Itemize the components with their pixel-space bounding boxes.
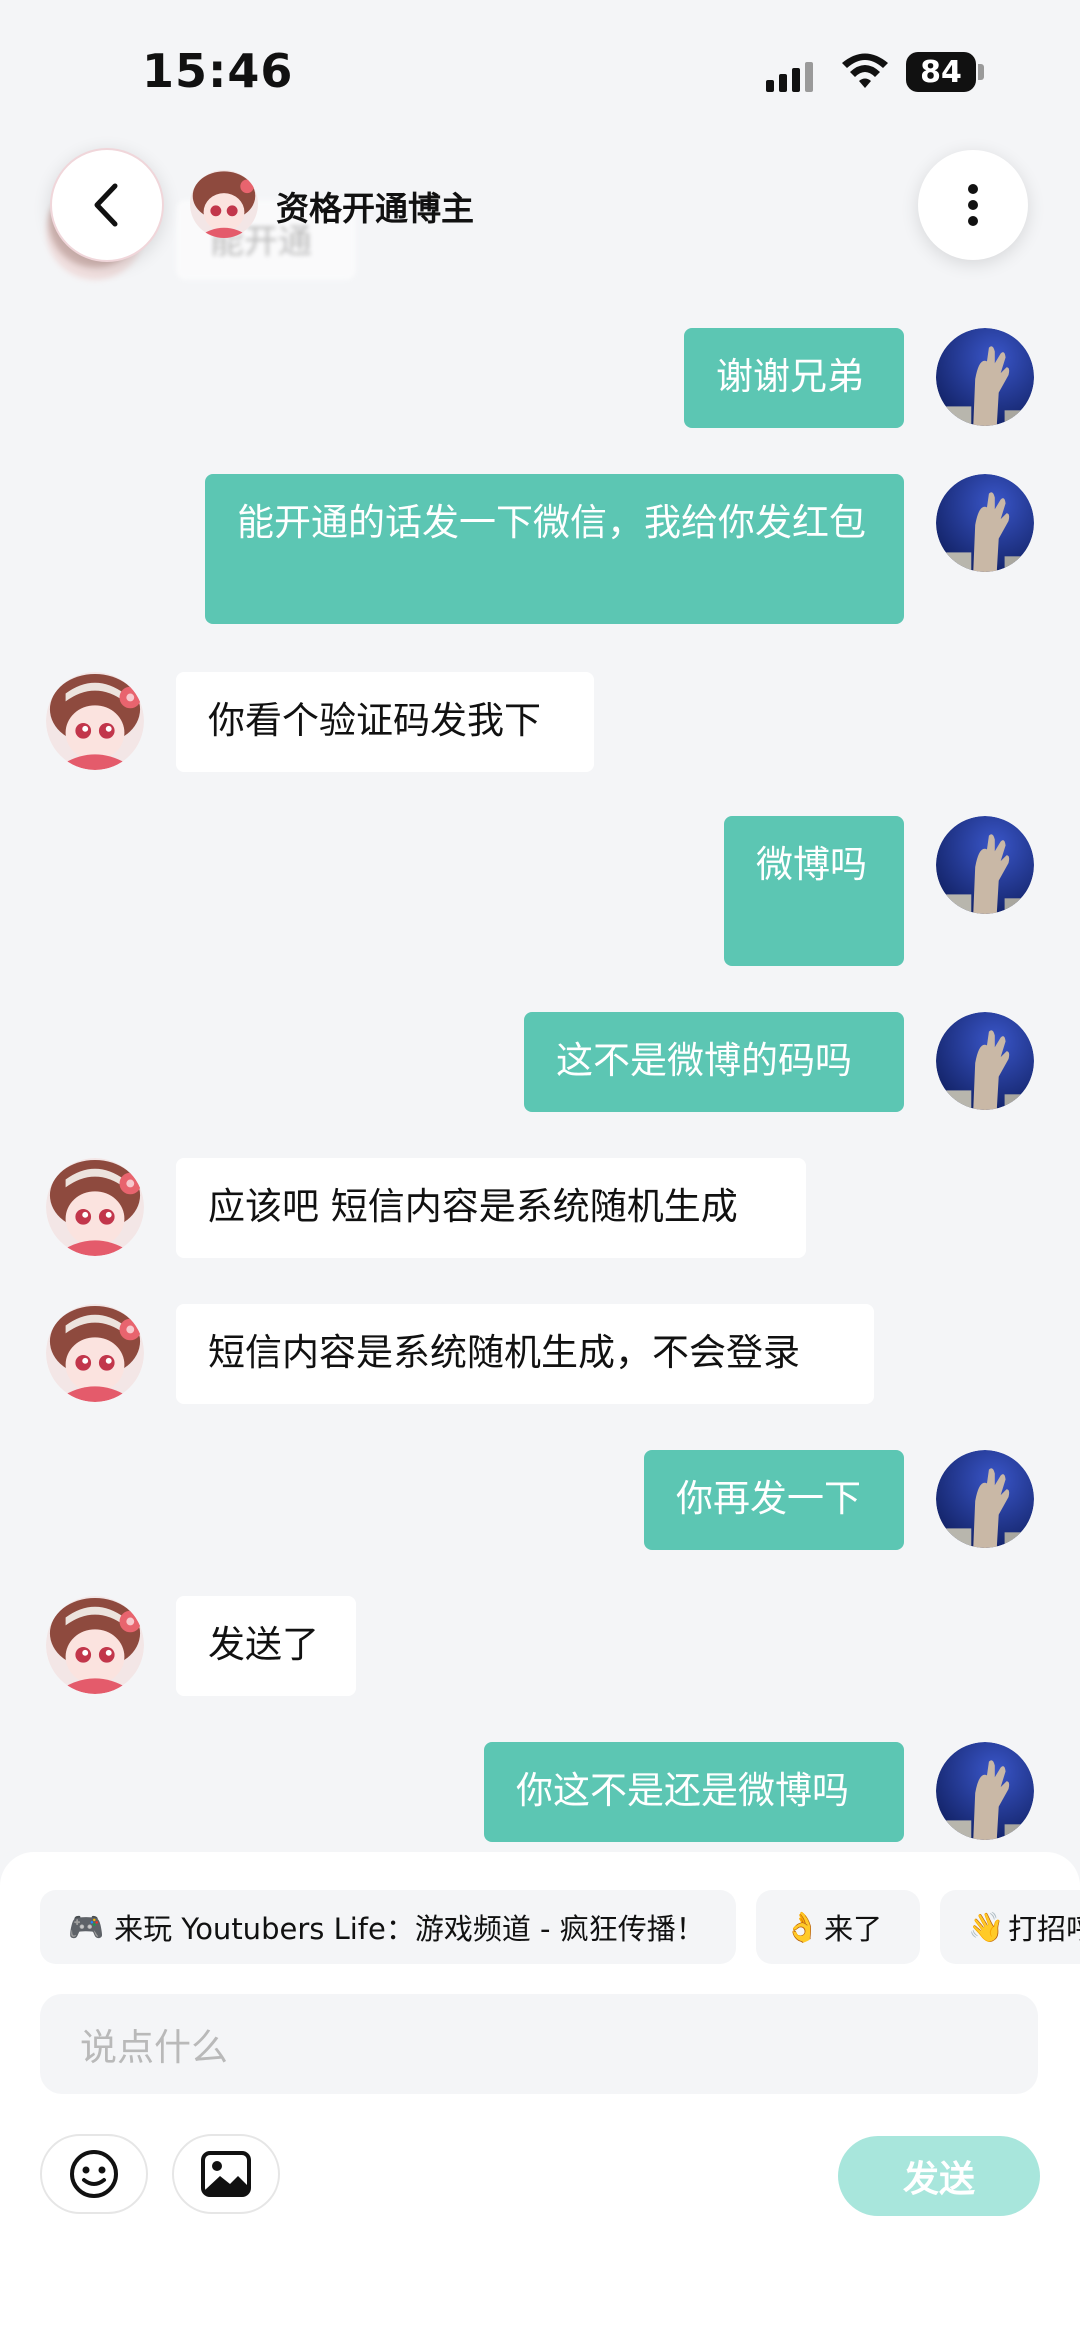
message-bubble[interactable]: 你看个验证码发我下	[176, 672, 594, 772]
message-input[interactable]: 说点什么	[40, 1994, 1038, 2094]
contact-avatar[interactable]	[46, 1158, 144, 1256]
more-vertical-icon	[968, 184, 978, 226]
message-text: 能开通的话发一下微信，我给你发红包	[237, 501, 866, 544]
message-bubble[interactable]: 发送了	[176, 1596, 356, 1696]
contact-avatar[interactable]	[46, 672, 144, 770]
my-avatar[interactable]	[936, 1742, 1034, 1840]
my-avatar[interactable]	[936, 1450, 1034, 1548]
battery-tip	[978, 64, 984, 80]
message-text: 微博吗	[756, 843, 867, 886]
message-text: 谢谢兄弟	[716, 355, 864, 398]
chevron-left-icon	[94, 183, 118, 227]
back-button[interactable]	[50, 148, 164, 262]
wifi-icon	[842, 53, 888, 88]
my-avatar[interactable]	[936, 328, 1034, 426]
message-bubble[interactable]: 能开通的话发一下微信，我给你发红包	[205, 474, 904, 624]
image-icon	[201, 2151, 251, 2197]
message-bubble[interactable]: 应该吧 短信内容是系统随机生成	[176, 1158, 806, 1258]
emoji-icon	[70, 2150, 118, 2198]
message-bubble[interactable]: 短信内容是系统随机生成，不会登录	[176, 1304, 874, 1404]
contact-avatar[interactable]	[190, 170, 258, 238]
quick-reply-label: 来了	[824, 1912, 883, 1946]
quick-reply-chip[interactable]: 👌 来了	[756, 1890, 920, 1964]
message-bubble[interactable]: 你再发一下	[644, 1450, 904, 1550]
message-text: 这不是微博的码吗	[556, 1039, 852, 1082]
message-text: 发送了	[208, 1623, 319, 1666]
my-avatar[interactable]	[936, 816, 1034, 914]
status-time: 15:46	[142, 44, 294, 98]
contact-avatar[interactable]	[46, 1596, 144, 1694]
message-bubble[interactable]: 这不是微博的码吗	[524, 1012, 904, 1112]
quick-reply-chip[interactable]: 👋 打招呼	[940, 1890, 1080, 1964]
gamepad-icon: 🎮	[68, 1909, 105, 1944]
waving-hand-icon: 👋	[968, 1909, 1005, 1944]
message-text: 你看个验证码发我下	[208, 699, 541, 742]
message-text: 你这不是还是微博吗	[516, 1769, 849, 1812]
ok-hand-icon: 👌	[784, 1909, 821, 1944]
cellular-signal-icon	[766, 58, 820, 92]
contact-avatar[interactable]	[46, 1304, 144, 1402]
message-text: 短信内容是系统随机生成，不会登录	[208, 1331, 800, 1374]
message-text: 你再发一下	[676, 1477, 861, 1520]
quick-reply-label: 来玩 Youtubers Life：游戏频道 - 疯狂传播！	[114, 1912, 705, 1946]
send-button[interactable]: 发送	[838, 2136, 1040, 2216]
chat-title: 资格开通博主	[276, 189, 474, 228]
message-text: 应该吧 短信内容是系统随机生成	[208, 1185, 738, 1228]
message-bubble[interactable]: 你这不是还是微博吗	[484, 1742, 904, 1842]
emoji-button[interactable]	[40, 2134, 148, 2214]
message-bubble[interactable]: 谢谢兄弟	[684, 328, 904, 428]
image-button[interactable]	[172, 2134, 280, 2214]
my-avatar[interactable]	[936, 1012, 1034, 1110]
input-placeholder: 说点什么	[80, 2026, 228, 2069]
message-bubble[interactable]: 微博吗	[724, 816, 904, 966]
quick-reply-label: 打招呼	[1008, 1912, 1080, 1946]
battery-indicator: 84	[906, 52, 976, 92]
my-avatar[interactable]	[936, 474, 1034, 572]
quick-reply-chip[interactable]: 🎮 来玩 Youtubers Life：游戏频道 - 疯狂传播！	[40, 1890, 736, 1964]
more-options-button[interactable]	[918, 150, 1028, 260]
